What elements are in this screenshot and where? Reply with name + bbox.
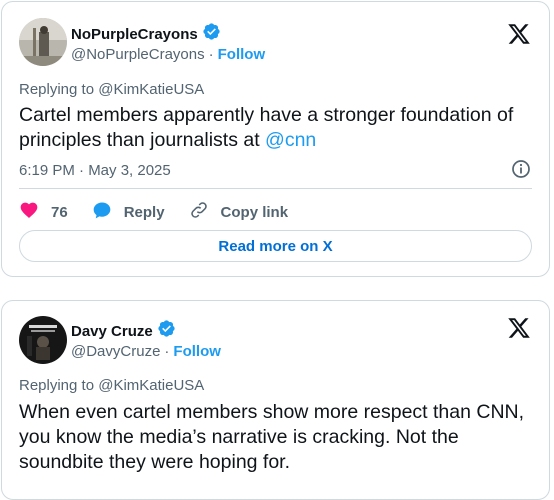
- x-logo-icon[interactable]: [507, 22, 531, 46]
- handle[interactable]: @DavyCruze: [71, 343, 160, 360]
- replying-to: Replying to @KimKatieUSA: [19, 81, 205, 98]
- display-name[interactable]: Davy Cruze: [71, 323, 153, 340]
- tweet-text: Cartel members apparently have a stronge…: [19, 103, 531, 153]
- verified-badge-icon: [202, 22, 221, 46]
- tweet-card-nopurplecrayons: NoPurpleCrayons @NoPurpleCrayons · Follo…: [1, 1, 550, 277]
- replying-to: Replying to @KimKatieUSA: [19, 377, 205, 394]
- copy-link-label: Copy link: [220, 203, 289, 221]
- reply-label: Reply: [123, 203, 165, 221]
- like-button[interactable]: 76: [19, 200, 68, 224]
- heart-icon: [19, 200, 39, 224]
- separator: ·: [208, 46, 214, 63]
- avatar[interactable]: [19, 18, 67, 66]
- link-icon: [189, 200, 209, 224]
- reply-bubble-icon: [92, 200, 112, 224]
- tweet-card-davycruze: Davy Cruze @DavyCruze · Follow Replying …: [1, 300, 550, 500]
- tweet-text: When even cartel members show more respe…: [19, 401, 525, 473]
- separator: ·: [164, 343, 170, 360]
- read-more-button[interactable]: Read more on X: [19, 230, 532, 262]
- follow-button[interactable]: Follow: [173, 343, 221, 360]
- handle[interactable]: @NoPurpleCrayons: [71, 46, 205, 63]
- x-logo-icon[interactable]: [507, 316, 531, 340]
- mention-link[interactable]: @cnn: [265, 129, 316, 151]
- copy-link-button[interactable]: Copy link: [189, 200, 289, 224]
- info-icon[interactable]: [511, 159, 531, 179]
- like-count: 76: [51, 203, 68, 221]
- divider: [19, 188, 532, 189]
- display-name[interactable]: NoPurpleCrayons: [71, 26, 198, 43]
- timestamp[interactable]: 6:19 PM · May 3, 2025: [19, 162, 171, 179]
- verified-badge-icon: [157, 319, 176, 343]
- avatar[interactable]: [19, 316, 67, 364]
- reply-button[interactable]: Reply: [92, 200, 165, 224]
- follow-button[interactable]: Follow: [218, 46, 266, 63]
- action-bar: 76 Reply Copy link: [19, 200, 312, 224]
